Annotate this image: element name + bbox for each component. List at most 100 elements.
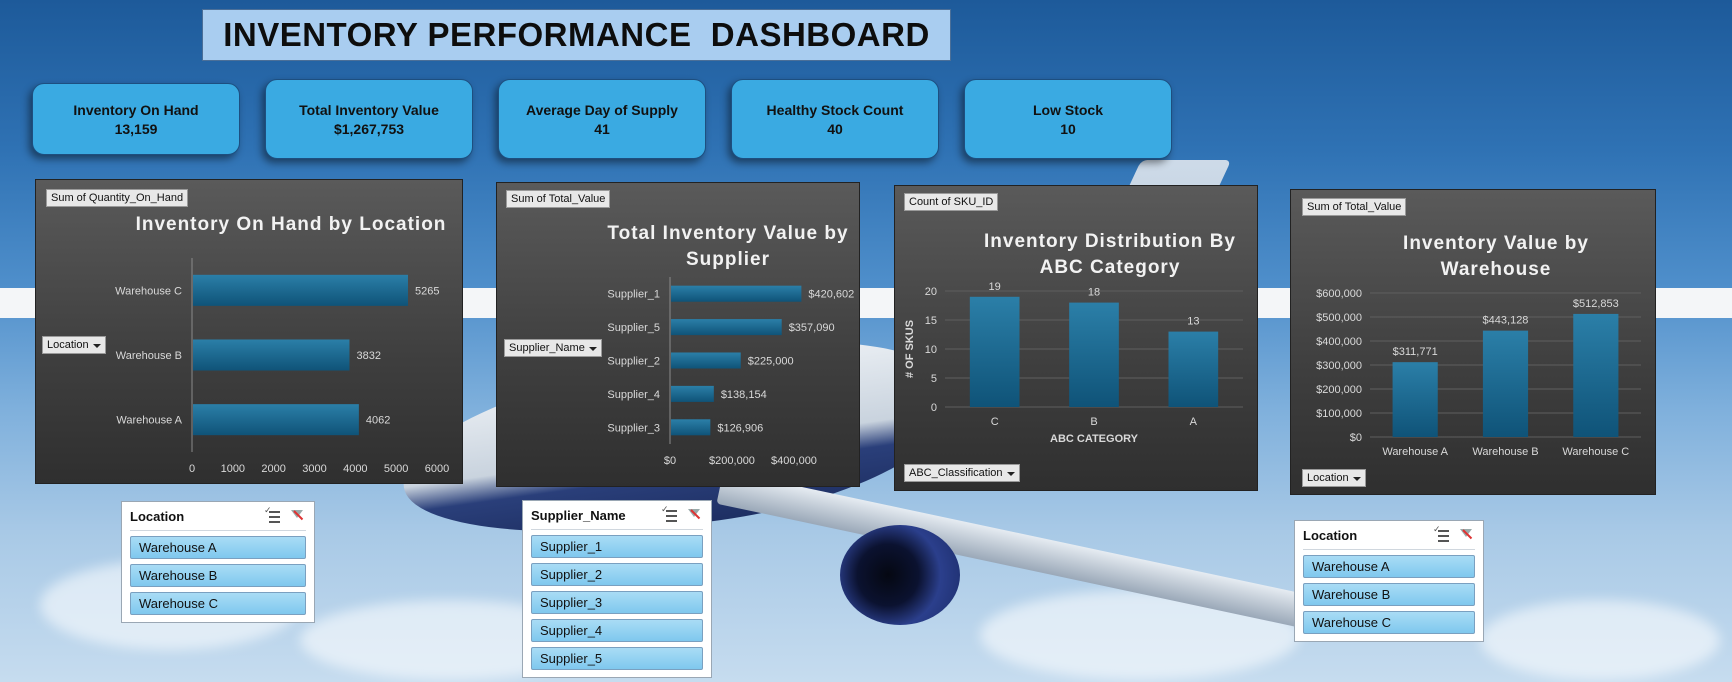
slicer-title: Location [130,508,185,524]
slicer-item-warehouse-c[interactable]: Warehouse C [130,592,306,615]
tick-label: $200,000 [1316,384,1362,396]
category-label: Warehouse C [115,285,182,297]
kpi-label: Healthy Stock Count [766,101,904,118]
chart-panel-warehouse-value[interactable]: Sum of Total_Value Inventory Value by Wa… [1290,189,1656,495]
bar-chart-inventory-on-hand: Warehouse C 5265 Warehouse B 3832 Warehouse … [115,258,449,475]
bar [193,339,350,371]
slicer-item-warehouse-b[interactable]: Warehouse B [130,564,306,587]
slicer-location-2: Location Warehouse A Warehouse B Warehou… [1294,520,1484,642]
data-label: $420,602 [808,289,854,301]
bar [671,285,802,302]
slicer-item-supplier-5[interactable]: Supplier_5 [531,647,703,670]
data-label: 3832 [356,350,380,362]
kpi-value: $1,267,753 [333,120,405,137]
multi-select-icon[interactable] [264,506,280,523]
kpi-value: 10 [1060,120,1076,137]
bar [1392,362,1438,437]
kpi-value: 40 [827,120,843,137]
chart-panel-inventory-on-hand[interactable]: Sum of Quantity_On_Hand Inventory On Han… [35,179,463,484]
bar [193,274,408,306]
bar [671,319,782,336]
slicer-header: Location [1303,521,1475,550]
tick-label: $400,000 [1316,336,1362,348]
chart-panel-supplier-value[interactable]: Sum of Total_Value Total Inventory Value… [496,182,860,487]
tick-label: 5000 [384,463,408,475]
category-label: Supplier_3 [607,422,660,434]
bar [671,419,711,436]
slicer-item-supplier-2[interactable]: Supplier_2 [531,563,703,586]
bar [1069,302,1119,407]
category-label: Warehouse A [116,415,182,427]
slicer-item-supplier-1[interactable]: Supplier_1 [531,535,703,558]
tick-label: 5 [931,373,937,385]
cloud-decoration [1480,600,1720,680]
bar [1168,331,1219,407]
dashboard-canvas: INVENTORY PERFORMANCE DASHBOARD Inventor… [0,0,1732,682]
data-label: $126,906 [717,422,763,434]
kpi-card-inventory-on-hand[interactable]: Inventory On Hand 13,159 [32,83,240,155]
category-label: A [1190,416,1198,428]
x-axis-title: ABC CATEGORY [1050,433,1139,445]
tick-label: $400,000 [771,455,817,467]
chart-panel-abc-category[interactable]: Count of SKU_ID Inventory Distribution B… [894,185,1258,491]
category-label: Warehouse C [1562,446,1629,458]
tick-label: 6000 [425,463,449,475]
kpi-card-low-stock[interactable]: Low Stock 10 [964,79,1172,159]
tick-label: $600,000 [1316,288,1362,300]
tick-label: 2000 [261,463,285,475]
slicer-header: Supplier_Name [531,501,703,530]
multi-select-icon[interactable] [1433,525,1449,542]
tick-label: 4000 [343,463,367,475]
kpi-label: Inventory On Hand [73,101,199,118]
data-label: $138,154 [721,389,767,401]
slicer-item-supplier-4[interactable]: Supplier_4 [531,619,703,642]
tick-label: 10 [925,344,937,356]
clear-filter-icon[interactable] [1459,528,1475,542]
category-label: B [1090,416,1097,428]
data-label: 5265 [415,285,439,297]
bar [969,296,1020,407]
kpi-label: Low Stock [1032,101,1103,118]
slicer-item-warehouse-a[interactable]: Warehouse A [1303,555,1475,578]
airplane-engine-image [840,525,960,625]
clear-filter-icon[interactable] [290,509,306,523]
slicer-item-warehouse-b[interactable]: Warehouse B [1303,583,1475,606]
slicer-title: Supplier_Name [531,507,626,523]
slicer-item-warehouse-a[interactable]: Warehouse A [130,536,306,559]
category-label: Supplier_1 [607,289,660,301]
data-label: $443,128 [1483,315,1529,327]
tick-label: $0 [664,455,676,467]
dashboard-title: INVENTORY PERFORMANCE DASHBOARD [223,16,930,53]
data-label: 4062 [366,415,390,427]
bar [1573,313,1619,437]
data-label: $357,090 [789,322,835,334]
kpi-card-healthy-stock-count[interactable]: Healthy Stock Count 40 [731,79,939,159]
kpi-label: Average Day of Supply [526,101,678,118]
slicer-item-warehouse-c[interactable]: Warehouse C [1303,611,1475,634]
kpi-value: 41 [594,120,610,137]
tick-label: 0 [931,402,937,414]
tick-label: 20 [925,286,937,298]
data-label: $311,771 [1393,346,1438,358]
kpi-card-average-day-of-supply[interactable]: Average Day of Supply 41 [498,79,706,159]
tick-label: $0 [1350,432,1362,444]
tick-label: $200,000 [709,455,755,467]
data-label: 18 [1088,287,1100,299]
multi-select-icon[interactable] [661,505,677,522]
data-label: $225,000 [748,356,794,368]
data-label: 13 [1187,316,1199,328]
bar [671,352,741,369]
category-label: C [991,416,999,428]
category-label: Supplier_2 [607,356,660,368]
slicer-title: Location [1303,527,1358,543]
slicer-item-supplier-3[interactable]: Supplier_3 [531,591,703,614]
y-axis-title: # OF SKUS [904,320,916,378]
column-chart-warehouse-value: $0 $100,000 $200,000 $300,000 $400,000 $500,0… [1316,288,1641,458]
clear-filter-icon[interactable] [687,508,703,522]
bar-chart-supplier-value: Supplier_1 $420,602 Supplier_5 $357,090 Supp… [607,277,854,467]
tick-label: 3000 [302,463,326,475]
tick-label: 15 [925,315,937,327]
category-label: Supplier_4 [607,389,660,401]
kpi-card-total-inventory-value[interactable]: Total Inventory Value $1,267,753 [265,79,473,159]
bar [193,404,359,436]
